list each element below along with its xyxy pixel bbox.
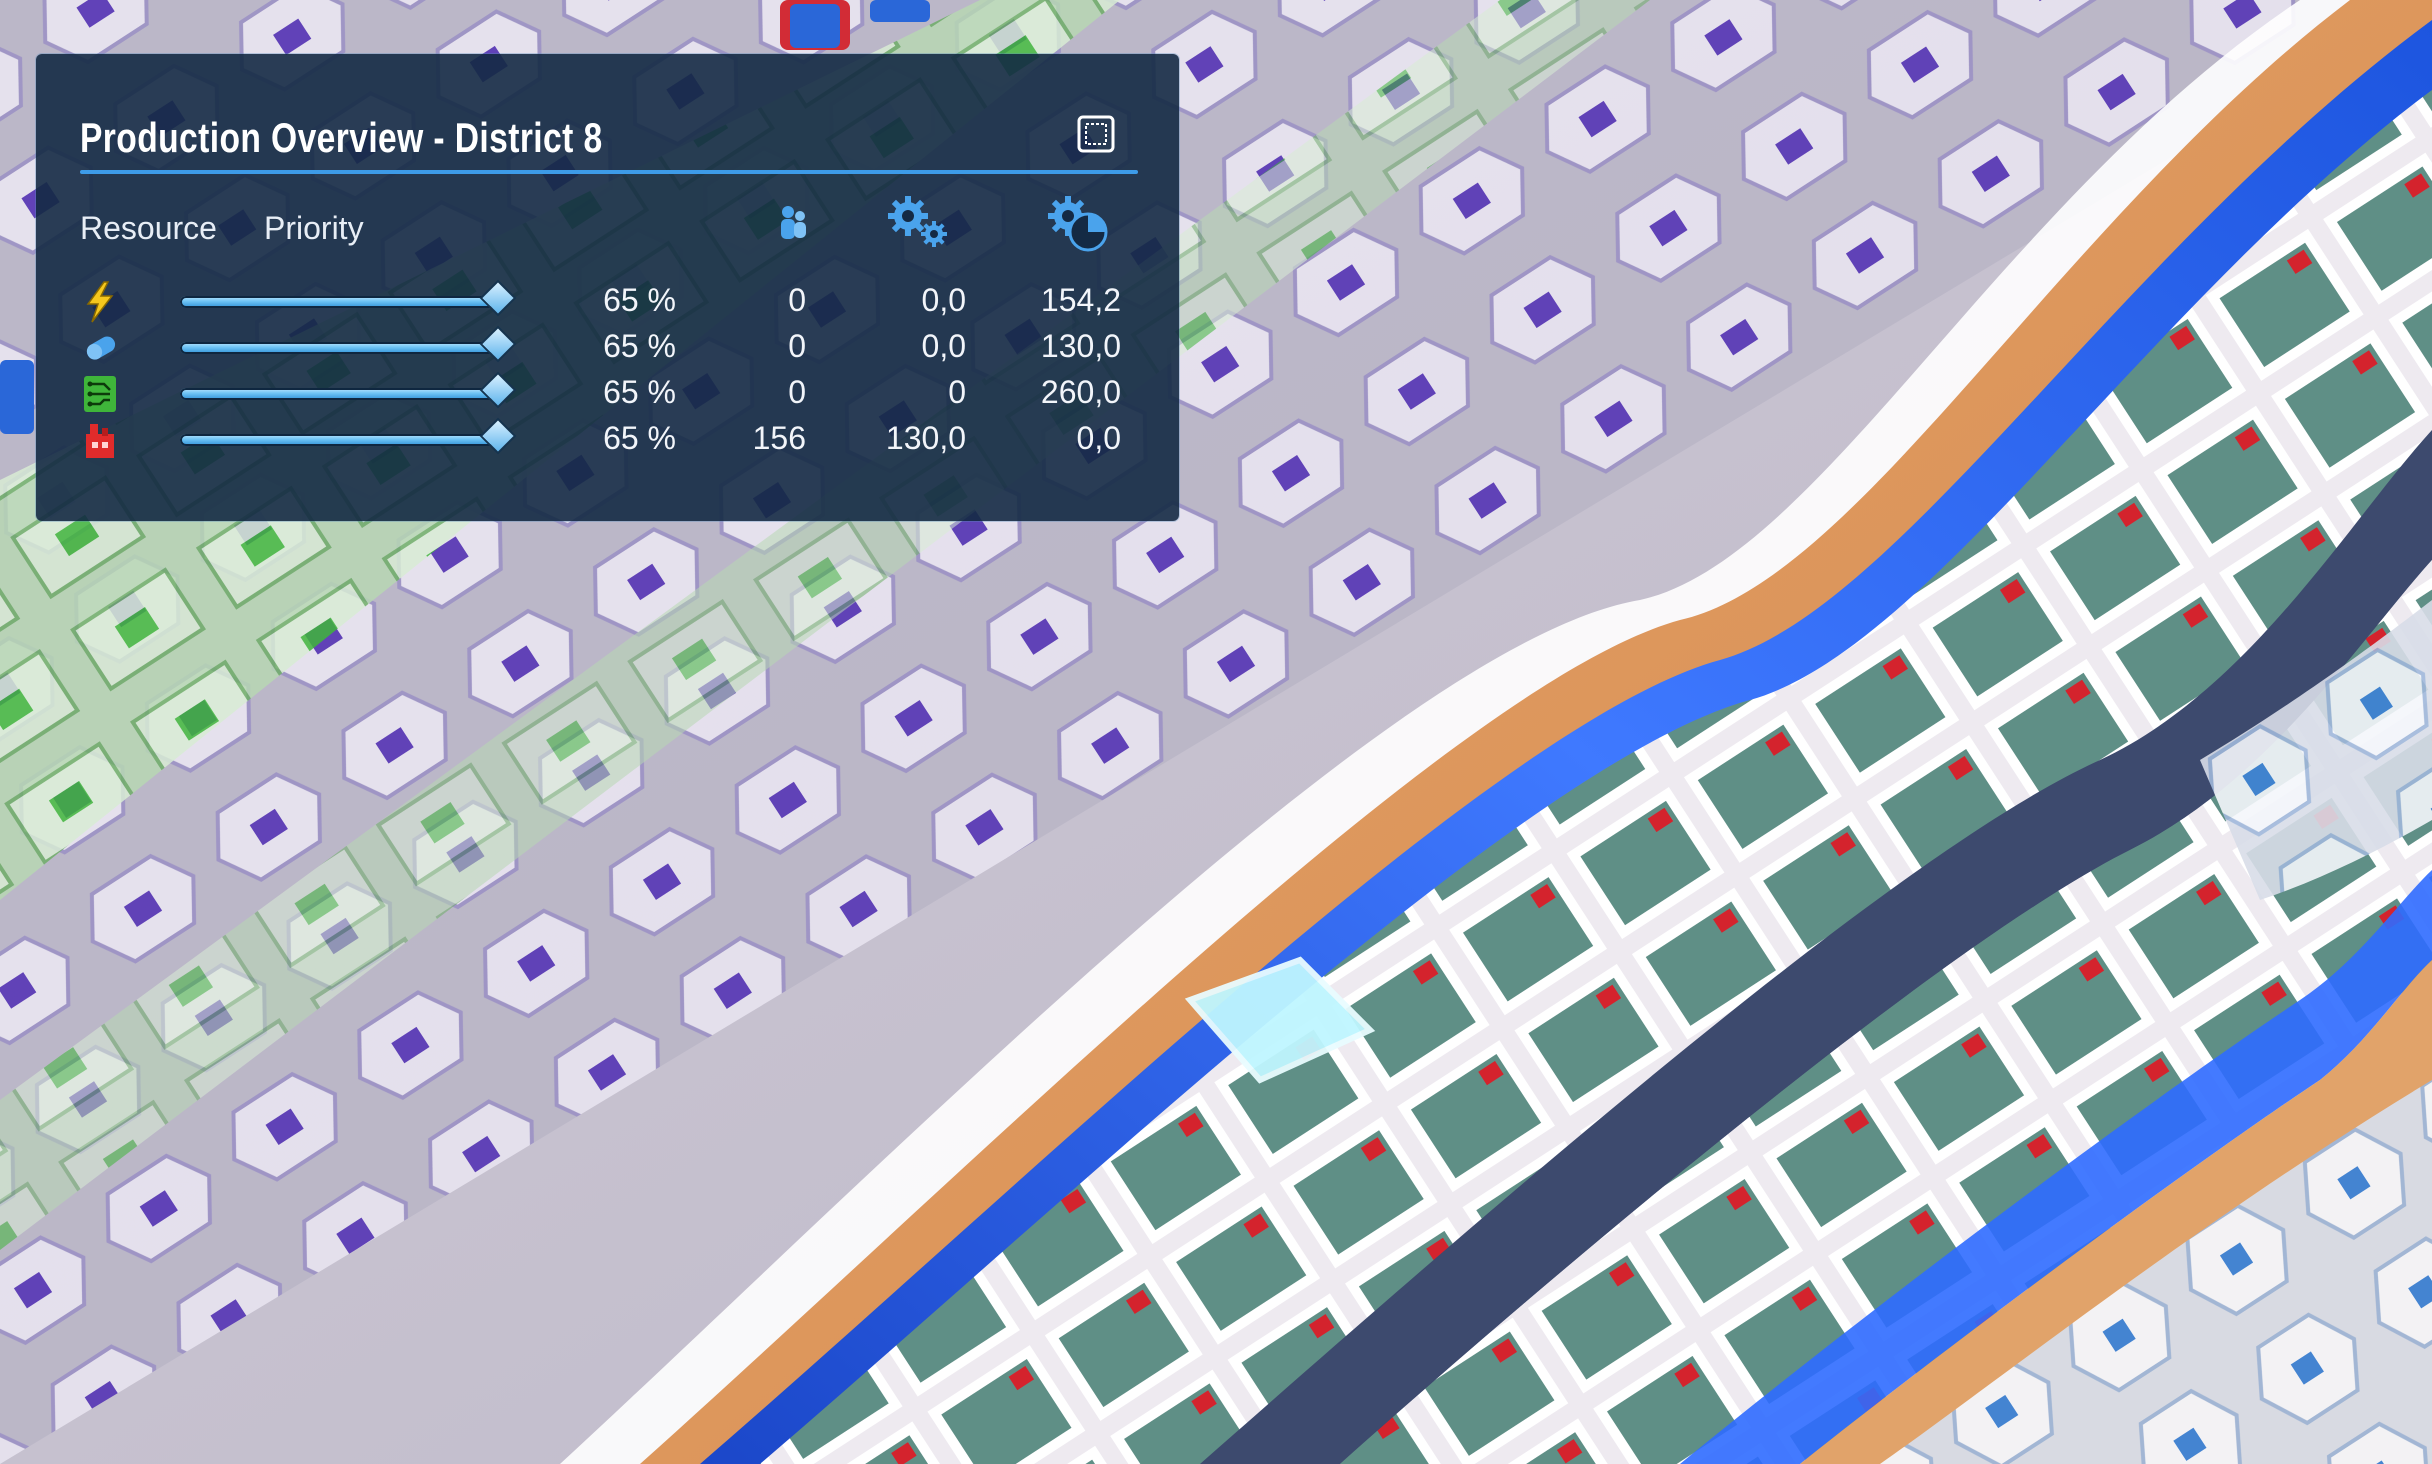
- panel-title: Production Overview - District 8: [80, 114, 603, 161]
- gears-icon: [886, 194, 952, 254]
- circuit-board-icon: [84, 376, 116, 412]
- workers-value: 0: [788, 374, 806, 410]
- priority-value: 65 %: [603, 282, 676, 318]
- capacity-value: 0,0: [1076, 420, 1121, 456]
- workers-value: 156: [752, 420, 806, 456]
- priority-value: 65 %: [603, 328, 676, 364]
- priority-value: 65 %: [603, 374, 676, 410]
- gear-pie-icon: [1046, 194, 1110, 258]
- production-value: 0: [948, 374, 966, 410]
- lightning-icon: [86, 281, 114, 323]
- production-overview-panel: Production Overview - District 8 Resourc…: [36, 54, 1179, 521]
- resource-row-energy: 65 % 0 0,0 154,2: [36, 280, 1179, 324]
- production-value: 130,0: [885, 420, 966, 456]
- people-icon: [776, 204, 810, 248]
- slider-handle[interactable]: [482, 282, 514, 314]
- production-value: 0,0: [921, 328, 966, 364]
- square-frame-icon: [1077, 115, 1115, 153]
- resource-row-capsule: 65 % 0 0,0 130,0: [36, 326, 1179, 370]
- priority-slider[interactable]: [180, 420, 520, 452]
- priority-slider[interactable]: [180, 328, 520, 360]
- column-resource: Resource: [80, 210, 217, 246]
- title-divider: [80, 170, 1138, 174]
- column-priority: Priority: [264, 210, 364, 246]
- workers-value: 0: [788, 328, 806, 364]
- workers-value: 0: [788, 282, 806, 318]
- capacity-value: 260,0: [1040, 374, 1121, 410]
- priority-slider[interactable]: [180, 282, 520, 314]
- slider-handle[interactable]: [482, 420, 514, 452]
- resource-row-electronics: 65 % 0 0 260,0: [36, 372, 1179, 416]
- capsule-icon: [86, 336, 116, 360]
- capacity-value: 130,0: [1040, 328, 1121, 364]
- minimize-button[interactable]: [1076, 114, 1116, 154]
- production-value: 0,0: [921, 282, 966, 318]
- priority-slider[interactable]: [180, 374, 520, 406]
- factory-icon: [86, 424, 114, 458]
- slider-handle[interactable]: [482, 328, 514, 360]
- resource-row-factory: 65 % 156 130,0 0,0: [36, 418, 1179, 462]
- capacity-value: 154,2: [1040, 282, 1121, 318]
- priority-value: 65 %: [603, 420, 676, 456]
- slider-handle[interactable]: [482, 374, 514, 406]
